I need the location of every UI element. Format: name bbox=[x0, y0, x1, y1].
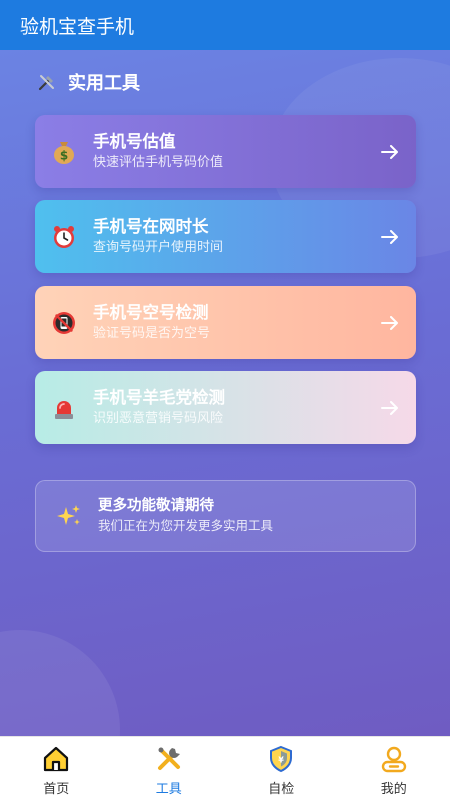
tab-label: 首页 bbox=[43, 782, 70, 797]
more-title: 更多功能敬请期待 bbox=[98, 498, 214, 514]
no-phone-icon bbox=[51, 310, 77, 336]
tab-label: 工具 bbox=[155, 782, 182, 797]
app-bar: 验机宝查手机 bbox=[0, 0, 450, 50]
tool-subtitle: 快速评估手机号码价值 bbox=[93, 154, 224, 170]
home-icon bbox=[42, 745, 70, 773]
tool-title: 手机号羊毛党检测 bbox=[93, 387, 225, 407]
bottom-tab-bar: 首页 工具 ¥ 自检 我的 bbox=[0, 736, 450, 800]
tool-card-fraud-detection[interactable]: 手机号羊毛党检测 识别恶意营销号码风险 bbox=[35, 371, 416, 444]
tools-icon bbox=[155, 745, 183, 773]
tool-title: 手机号空号检测 bbox=[93, 302, 209, 322]
siren-icon bbox=[51, 395, 77, 421]
tab-label: 自检 bbox=[268, 782, 295, 797]
tab-self-check[interactable]: ¥ 自检 bbox=[225, 737, 338, 800]
decor-bubble bbox=[0, 630, 120, 736]
arrow-right-icon bbox=[378, 313, 402, 333]
svg-text:$: $ bbox=[60, 148, 68, 162]
tab-label: 我的 bbox=[380, 782, 407, 797]
svg-text:¥: ¥ bbox=[278, 756, 284, 765]
arrow-right-icon bbox=[378, 398, 402, 418]
more-subtitle: 我们正在为您开发更多实用工具 bbox=[98, 518, 274, 533]
tool-card-valuation[interactable]: $ 手机号估值 快速评估手机号码价值 bbox=[35, 115, 416, 188]
tool-card-network-duration[interactable]: 手机号在网时长 查询号码开户使用时间 bbox=[35, 200, 416, 273]
tool-subtitle: 识别恶意营销号码风险 bbox=[93, 410, 224, 426]
tool-title: 手机号在网时长 bbox=[93, 216, 209, 236]
tool-title: 手机号估值 bbox=[93, 131, 176, 151]
shield-icon: ¥ bbox=[267, 745, 295, 773]
section-header: 实用工具 bbox=[36, 70, 140, 94]
tool-card-empty-number[interactable]: 手机号空号检测 验证号码是否为空号 bbox=[35, 286, 416, 359]
arrow-right-icon bbox=[378, 227, 402, 247]
alarm-clock-icon bbox=[51, 224, 77, 250]
more-features-card: 更多功能敬请期待 我们正在为您开发更多实用工具 bbox=[35, 480, 416, 552]
sparkles-icon bbox=[56, 503, 82, 529]
app-title: 验机宝查手机 bbox=[20, 15, 135, 38]
arrow-right-icon bbox=[378, 142, 402, 162]
tab-mine[interactable]: 我的 bbox=[338, 737, 450, 800]
tool-subtitle: 查询号码开户使用时间 bbox=[93, 239, 224, 255]
money-bag-icon: $ bbox=[51, 139, 77, 165]
section-title: 实用工具 bbox=[68, 73, 140, 94]
tool-subtitle: 验证号码是否为空号 bbox=[93, 325, 211, 341]
tab-tools[interactable]: 工具 bbox=[113, 737, 226, 800]
tools-page: 实用工具 $ 手机号估值 快速评估手机号码价值 手机号在网时长 查询号码开户使用… bbox=[0, 50, 450, 736]
tab-home[interactable]: 首页 bbox=[0, 737, 113, 800]
tools-icon bbox=[36, 71, 58, 93]
user-icon bbox=[380, 745, 408, 773]
